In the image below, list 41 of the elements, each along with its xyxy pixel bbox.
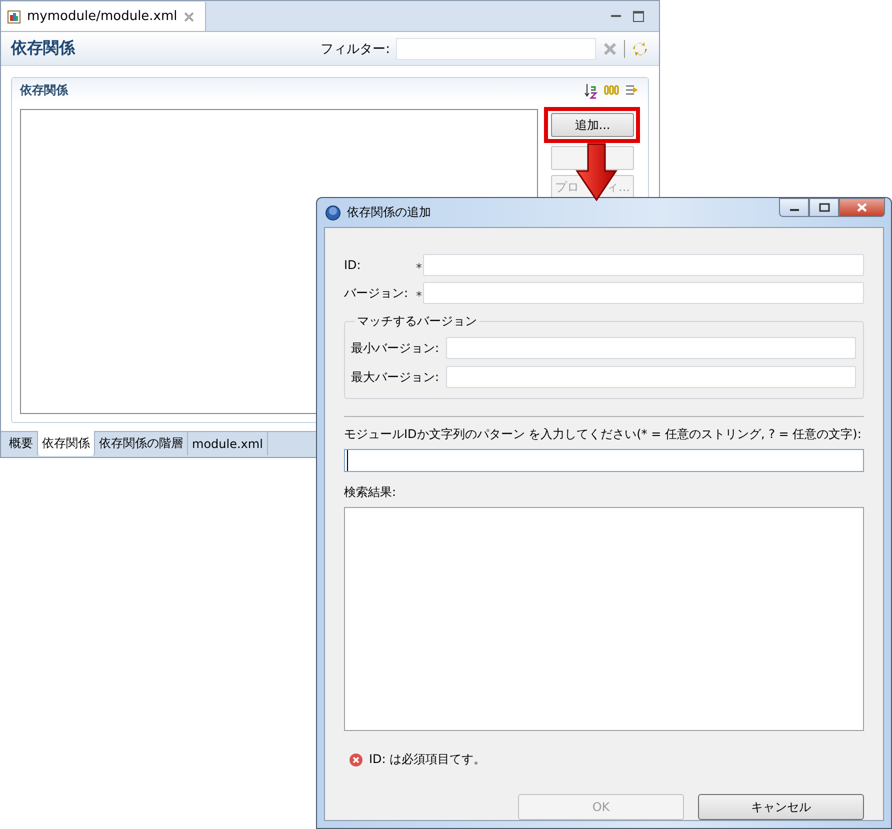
field-label: ID: <box>344 258 362 272</box>
section-title: 依存関係 <box>20 82 68 98</box>
close-icon <box>856 203 868 212</box>
required-marker: * <box>416 260 423 274</box>
pattern-field[interactable] <box>344 449 864 472</box>
dialog-title: 依存関係の追加 <box>347 204 431 221</box>
input-field[interactable] <box>446 337 856 359</box>
maximize-icon <box>818 203 830 212</box>
clear-icon[interactable] <box>602 40 618 56</box>
page-tab[interactable]: module.xml <box>188 432 268 455</box>
callout-arrow <box>575 143 619 201</box>
maximize-button[interactable] <box>809 198 839 217</box>
input-field[interactable] <box>423 254 864 276</box>
results-label: 検索結果: <box>344 484 398 501</box>
group-title: マッチするバージョン <box>356 313 478 330</box>
editor-tab[interactable]: mymodule/module.xml <box>1 2 206 31</box>
input-field[interactable] <box>446 366 856 388</box>
list-button[interactable]: 追加... <box>551 113 634 137</box>
app-icon <box>325 204 341 220</box>
dialog-button[interactable]: キャンセル <box>698 794 864 820</box>
sync-icon[interactable] <box>631 40 649 58</box>
field-label: 最大バージョン: <box>351 368 440 386</box>
file-icon <box>7 10 21 24</box>
close-button[interactable] <box>839 198 885 217</box>
required-marker: * <box>416 288 423 302</box>
message-text: ID: は必須項目てす。 <box>369 751 486 768</box>
sort-icon[interactable] <box>584 82 598 98</box>
page-tab[interactable]: 依存関係 <box>38 431 95 456</box>
maximize-icon[interactable] <box>632 10 645 22</box>
field-label: バージョン: <box>344 284 410 302</box>
tab-title: mymodule/module.xml <box>27 9 178 24</box>
columns-icon[interactable] <box>604 83 619 97</box>
filter-field[interactable] <box>396 38 596 60</box>
page-tab[interactable]: 依存関係の階層 <box>95 432 188 455</box>
filter-label: フィルター: <box>320 40 390 58</box>
page-title: 依存関係 <box>11 38 75 59</box>
minimize-button[interactable] <box>779 198 809 217</box>
input-field[interactable] <box>423 282 864 304</box>
field-label: 最小バージョン: <box>351 340 440 356</box>
pattern-label: モジュールIDか文字列のパターン を入力してください(* = 任意のストリング, ? = 任意の文字): <box>344 426 862 443</box>
close-icon[interactable] <box>183 10 196 22</box>
